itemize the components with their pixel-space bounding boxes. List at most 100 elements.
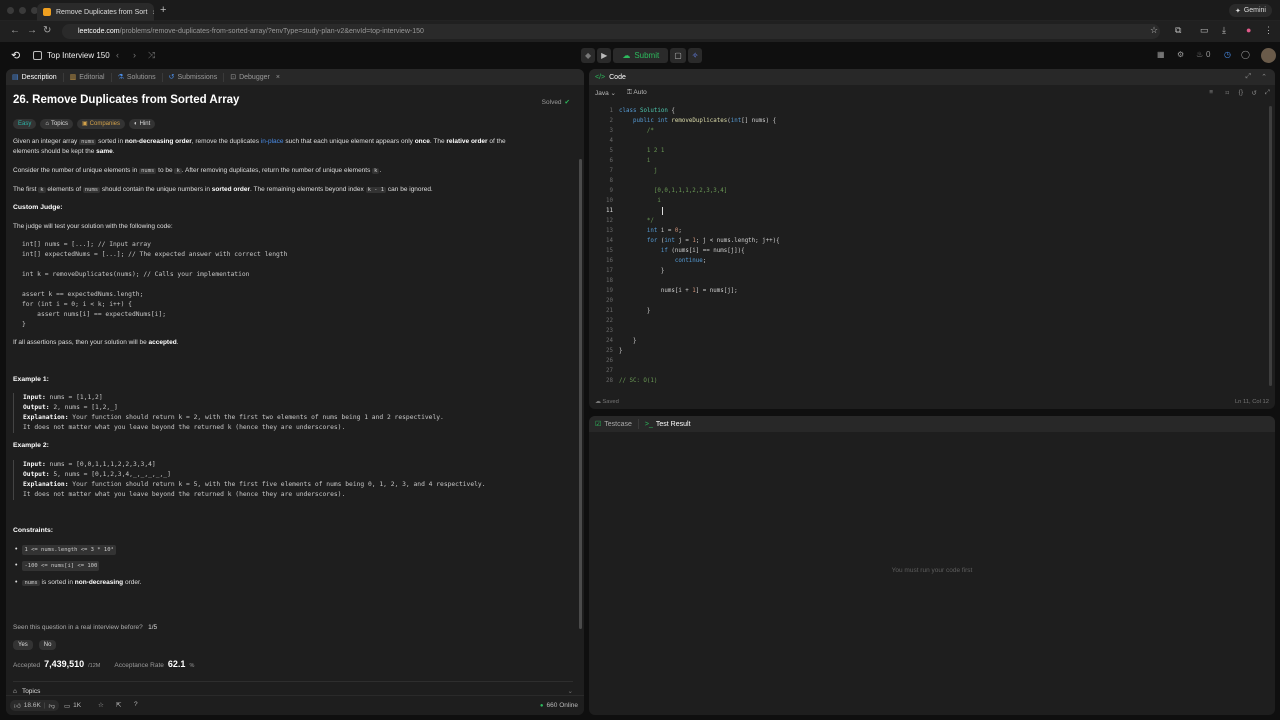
new-tab-icon[interactable]: + bbox=[160, 4, 166, 16]
tab-testcase[interactable]: ☑ Testcase bbox=[589, 419, 639, 429]
reset-icon[interactable]: ↺ bbox=[1252, 89, 1257, 97]
tab-description[interactable]: ▤ Description bbox=[6, 72, 64, 82]
line-number: 28 bbox=[606, 378, 613, 384]
tag-icon: ⌂ bbox=[45, 121, 49, 127]
debug-icon[interactable]: ◆ bbox=[581, 48, 596, 63]
like-button[interactable]: 👍︎ 18.6K | 👎︎ bbox=[10, 700, 60, 711]
tab-debugger[interactable]: ⊡ Debugger × bbox=[224, 73, 286, 82]
maximize-icon[interactable]: ⤢ bbox=[1246, 73, 1252, 81]
in-place-link[interactable]: in-place bbox=[261, 138, 284, 145]
problem-list-title[interactable]: Top Interview 150 bbox=[47, 51, 110, 60]
line-number: 22 bbox=[606, 318, 613, 324]
tab-solutions[interactable]: ⚗ Solutions bbox=[112, 72, 163, 82]
accepted-total: /12M bbox=[88, 663, 101, 669]
leetcode-logo-icon[interactable]: ⟲ bbox=[11, 49, 20, 62]
fullscreen-icon[interactable]: ⤢ bbox=[1265, 89, 1270, 97]
profile-icon[interactable]: ● bbox=[1246, 25, 1251, 35]
description-scrollbar[interactable] bbox=[579, 159, 582, 629]
companies-tag[interactable]: ▣ Companies bbox=[76, 119, 126, 129]
download-icon[interactable]: ⤓ bbox=[1222, 25, 1226, 36]
line-number: 10 bbox=[606, 198, 613, 204]
browser-tab-title: Remove Duplicates from Sort bbox=[56, 8, 148, 16]
topics-section[interactable]: ⌂ Topics ⌄ bbox=[13, 681, 573, 695]
judge-intro: The judge will test your solution with t… bbox=[13, 223, 173, 230]
rate-value: 62.1 bbox=[167, 659, 186, 669]
language-select[interactable]: Java ⌄ bbox=[595, 89, 616, 97]
yes-button[interactable]: Yes bbox=[13, 640, 33, 650]
accepted-label: Accepted bbox=[13, 662, 41, 669]
cloud-icon: ☁ bbox=[595, 399, 601, 405]
editor-scrollbar[interactable] bbox=[1269, 106, 1272, 386]
bookmark-star-icon[interactable]: ☆ bbox=[1150, 25, 1158, 36]
prev-problem-icon[interactable]: ‹ bbox=[116, 50, 119, 60]
layout-icon[interactable]: ▦ bbox=[1157, 50, 1165, 59]
line-number: 27 bbox=[606, 368, 613, 374]
comments-button[interactable]: ▭ 1K bbox=[64, 702, 81, 710]
line-number: 20 bbox=[606, 298, 613, 304]
notes-icon[interactable]: ▢ bbox=[670, 48, 686, 63]
constraints-heading: Constraints: bbox=[13, 527, 54, 534]
tab-submissions[interactable]: ↺ Submissions bbox=[163, 72, 225, 82]
user-avatar[interactable] bbox=[1261, 48, 1276, 63]
tab-close-icon[interactable]: × bbox=[276, 74, 280, 81]
line-number: 16 bbox=[606, 258, 613, 264]
streak-fire-icon[interactable]: ♨ bbox=[1196, 50, 1203, 59]
seen-question: Seen this question in a real interview b… bbox=[13, 624, 158, 631]
tab-close-icon[interactable]: × bbox=[152, 8, 154, 17]
cast-icon[interactable]: ▭ bbox=[1200, 25, 1209, 36]
next-problem-icon[interactable]: › bbox=[133, 50, 136, 60]
premium-icon[interactable]: ◯ bbox=[1241, 50, 1250, 59]
code-editor[interactable]: class Solution { public int removeDuplic… bbox=[619, 106, 780, 386]
custom-judge-heading: Custom Judge: bbox=[13, 204, 63, 211]
forward-icon[interactable]: → bbox=[27, 25, 37, 36]
line-number: 5 bbox=[609, 148, 614, 154]
submit-button[interactable]: ☁ Submit bbox=[613, 48, 669, 63]
paragraph-1: Given an integer array nums sorted in no… bbox=[13, 138, 506, 155]
tag-icon: ⌂ bbox=[13, 688, 17, 695]
bookmark-icon[interactable]: ⌑ bbox=[1226, 89, 1229, 97]
description-icon: ▤ bbox=[12, 74, 19, 81]
gemini-button[interactable]: ✦ Gemini bbox=[1228, 4, 1272, 17]
problem-title[interactable]: 26. Remove Duplicates from Sorted Array bbox=[13, 94, 239, 106]
constraint-item: • 1 <= nums.length <= 3 * 10⁴ bbox=[15, 545, 116, 555]
favorite-star-icon[interactable]: ☆ bbox=[98, 701, 104, 709]
url-field[interactable]: leetcode.com/problems/remove-duplicates-… bbox=[62, 24, 1160, 39]
browser-tab[interactable]: Remove Duplicates from Sort × bbox=[37, 3, 154, 21]
paragraph-2: Consider the number of unique elements i… bbox=[13, 167, 382, 174]
accepted-value: 7,439,510 bbox=[44, 659, 85, 669]
difficulty-badge[interactable]: Easy bbox=[13, 119, 37, 129]
run-icon[interactable]: ▶ bbox=[597, 48, 612, 63]
gemini-label: Gemini bbox=[1243, 7, 1266, 14]
problem-list-icon[interactable] bbox=[33, 51, 42, 60]
example-2-block: Input: nums = [0,0,1,1,1,2,2,3,3,4] Outp… bbox=[13, 460, 573, 500]
tab-editorial[interactable]: ▥ Editorial bbox=[64, 72, 112, 82]
no-button[interactable]: No bbox=[38, 640, 57, 650]
ai-assist-icon[interactable]: ✧ bbox=[687, 48, 703, 63]
text-cursor bbox=[662, 207, 663, 215]
collapse-icon[interactable]: ⌃ bbox=[1261, 73, 1267, 81]
hint-tag[interactable]: ◐ Hint bbox=[129, 119, 156, 129]
format-icon[interactable]: ≡ bbox=[1209, 89, 1213, 96]
rate-label: Acceptance Rate bbox=[114, 662, 164, 669]
extensions-icon[interactable]: ⧉ bbox=[1175, 25, 1181, 36]
browser-menu-icon[interactable]: ⋮ bbox=[1264, 25, 1273, 36]
line-number: 2 bbox=[609, 118, 614, 124]
braces-icon[interactable]: {} bbox=[1239, 89, 1243, 96]
debugger-icon: ⊡ bbox=[230, 74, 237, 81]
topics-tag[interactable]: ⌂ Topics bbox=[40, 119, 73, 129]
settings-gear-icon[interactable]: ⚙ bbox=[1177, 50, 1184, 59]
help-icon[interactable]: ? bbox=[134, 701, 138, 708]
address-bar-row: ← → ↻ leetcode.com/problems/remove-dupli… bbox=[0, 21, 1280, 42]
auto-format-toggle[interactable]: ⚿ Auto bbox=[627, 89, 647, 97]
reload-icon[interactable]: ↻ bbox=[43, 25, 51, 36]
lightbulb-icon: ◐ bbox=[134, 121, 138, 127]
check-circle-icon: ✔ bbox=[564, 99, 570, 106]
window-controls[interactable] bbox=[7, 7, 38, 14]
back-icon[interactable]: ← bbox=[10, 25, 20, 36]
shuffle-icon[interactable]: ⤨ bbox=[148, 50, 155, 61]
gemini-icon: ✦ bbox=[1234, 7, 1241, 15]
tab-test-result[interactable]: >_ Test Result bbox=[639, 419, 697, 429]
timer-icon[interactable]: ◷ bbox=[1224, 50, 1231, 59]
share-icon[interactable]: ⇱ bbox=[116, 701, 121, 709]
line-number: 1 bbox=[609, 108, 614, 114]
